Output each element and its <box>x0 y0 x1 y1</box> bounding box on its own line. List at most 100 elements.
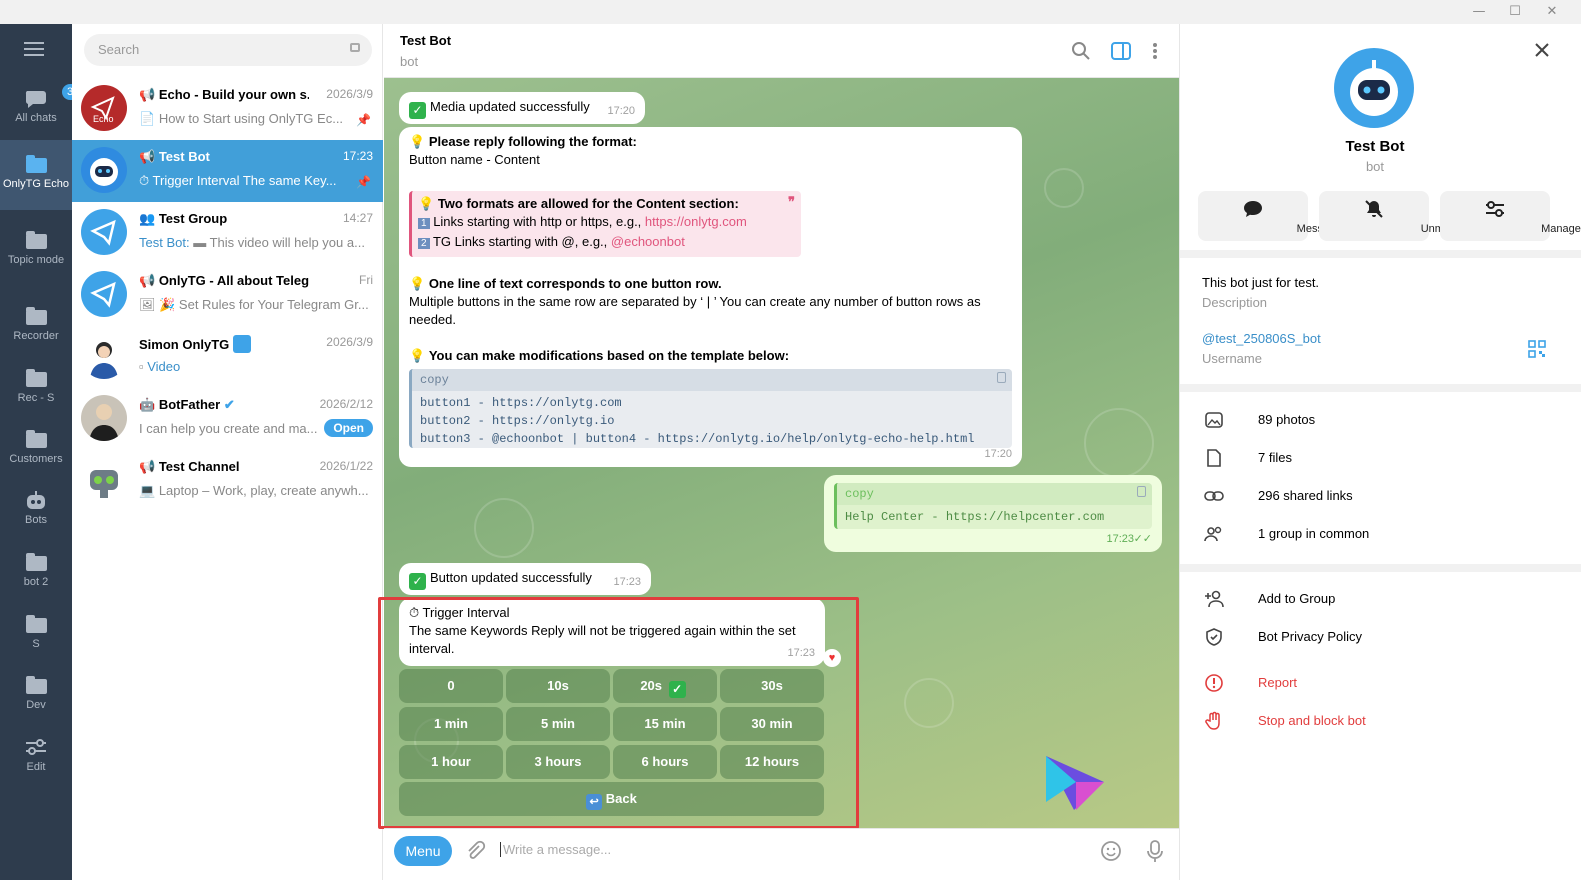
message-input[interactable]: Write a message... <box>500 842 611 857</box>
chat-item-echo[interactable]: Echo 📢 Echo - Build your own s... 2026/3… <box>72 78 383 140</box>
preview-sender: Test Bot: <box>139 235 190 250</box>
bulb-icon: 💡 <box>409 348 426 363</box>
chat-time: 14:27 <box>342 211 373 225</box>
search-input[interactable]: Search <box>84 34 372 66</box>
folder-label: OnlyTG Echo <box>2 178 70 190</box>
avatar: Echo <box>81 85 127 131</box>
section-separator <box>1180 250 1581 258</box>
link-onlytg[interactable]: https://onlytg.com <box>645 214 747 229</box>
microphone-icon[interactable] <box>1144 839 1166 863</box>
chat-item-botfather[interactable]: 🤖 BotFather ✔ 2026/2/12 I can help you c… <box>72 388 383 450</box>
folder-topic-mode[interactable]: Topic mode <box>0 230 72 267</box>
bot-menu-button[interactable]: Menu <box>394 836 452 866</box>
link-echoonbot[interactable]: @echoonbot <box>611 234 685 249</box>
onlytg-logo-icon <box>1044 754 1106 812</box>
message-button-updated[interactable]: ✓ Button updated successfully 17:23 <box>399 563 651 595</box>
folder-all-chats[interactable]: 30 All chats <box>0 84 85 138</box>
hamburger-menu-icon[interactable] <box>24 38 48 58</box>
folder-label: Rec - S <box>17 392 55 404</box>
unmute-action-button[interactable]: Unmute <box>1319 191 1459 241</box>
lock-icon[interactable] <box>350 43 360 52</box>
folder-customers[interactable]: Customers <box>0 429 72 466</box>
profile-panel: Test Bot bot Message Unmute Manage This … <box>1179 24 1581 880</box>
sidebar-toggle-icon[interactable] <box>1110 40 1132 62</box>
chat-item-test-bot[interactable]: 📢 Test Bot 17:23 ⏱ Trigger Interval The … <box>72 140 383 202</box>
message-media-updated[interactable]: ✓ Media updated successfully 17:20 <box>399 92 645 124</box>
report-row[interactable]: Report <box>1180 667 1570 703</box>
copy-icon[interactable] <box>1137 486 1146 497</box>
shared-files-row[interactable]: 7 files <box>1180 442 1570 478</box>
stop-and-block-row[interactable]: Stop and block bot <box>1180 705 1570 741</box>
chat-header[interactable]: Test Bot bot <box>384 24 1179 78</box>
folder-bots[interactable]: Bots <box>0 490 72 527</box>
chat-item-onlytg[interactable]: 📢 OnlyTG - All about Telegram Fri 🖼 🎉 Se… <box>72 264 383 326</box>
folder-dev[interactable]: Dev <box>0 675 72 712</box>
hand-stop-icon <box>1205 711 1220 730</box>
folder-edit[interactable]: Edit <box>0 737 72 774</box>
chat-item-test-group[interactable]: 👥 Test Group 14:27 Test Bot: ▬ This vide… <box>72 202 383 264</box>
attach-icon[interactable] <box>464 840 486 862</box>
qr-code-icon[interactable] <box>1528 340 1546 358</box>
message-text: Media updated successfully <box>430 99 590 114</box>
window-titlebar: — ☐ ✕ <box>0 0 1581 24</box>
folder-icon <box>24 306 48 326</box>
copy-icon[interactable] <box>997 372 1006 383</box>
folder-recorder[interactable]: Recorder <box>0 306 72 343</box>
row-label: Stop and block bot <box>1258 713 1366 728</box>
bot-icon <box>24 490 48 510</box>
folder-rail: 30 All chats OnlyTG Echo Topic mode Reco… <box>0 24 85 880</box>
username-row[interactable]: @test_250806S_bot Username <box>1202 331 1321 366</box>
manage-action-button[interactable]: Manage <box>1440 191 1581 241</box>
chat-time: 17:23 <box>342 149 373 163</box>
more-options-icon[interactable] <box>1144 40 1166 62</box>
chat-name-text: Test Group <box>158 211 228 226</box>
groups-in-common-row[interactable]: 1 group in common <box>1180 518 1570 554</box>
folder-rec-s[interactable]: Rec - S <box>0 368 72 405</box>
message-outgoing-code[interactable]: copy Help Center - https://helpcenter.co… <box>824 475 1162 552</box>
folder-label: S <box>32 638 40 650</box>
code-line: button1 - https://onlytg.com <box>420 396 622 410</box>
folder-bot-2[interactable]: bot 2 <box>0 552 72 589</box>
chat-list: Search Echo 📢 Echo - Build your own s...… <box>72 24 383 880</box>
emoji-icon[interactable] <box>1100 840 1122 862</box>
chats-icon: 30 <box>24 84 85 108</box>
shared-photos-row[interactable]: 89 photos <box>1180 404 1570 440</box>
chat-time: 2026/2/12 <box>319 397 373 411</box>
message-format-instructions[interactable]: 💡 Please reply following the format: But… <box>399 127 1022 467</box>
sliders-icon <box>24 737 48 757</box>
message-time: 17:20 <box>984 448 1012 460</box>
close-panel-icon[interactable] <box>1532 40 1552 60</box>
message-input-bar: Menu Write a message... <box>384 828 1179 880</box>
bot-privacy-policy-row[interactable]: Bot Privacy Policy <box>1180 621 1570 657</box>
chat-item-simon[interactable]: Simon OnlyTG 2026/3/9 ▫ Video <box>72 326 383 388</box>
search-icon[interactable] <box>1070 40 1092 62</box>
quote-text: TG Links starting with @, e.g., <box>432 234 611 249</box>
chat-name: 📢 OnlyTG - All about Telegram <box>139 273 309 289</box>
folder-label: bot 2 <box>23 576 49 588</box>
warning-icon <box>1205 674 1223 692</box>
chat-time: 2026/3/9 <box>326 87 373 101</box>
chat-name: 📢 Test Channel <box>139 459 240 474</box>
code-block[interactable]: copy button1 - https://onlytg.com button… <box>409 369 1012 448</box>
chat-item-test-channel[interactable]: 📢 Test Channel 2026/1/22 💻 Laptop – Work… <box>72 450 383 512</box>
maximize-button[interactable]: ☐ <box>1503 2 1527 22</box>
open-bot-button[interactable]: Open <box>324 419 373 437</box>
code-block[interactable]: copy Help Center - https://helpcenter.co… <box>834 483 1152 529</box>
message-action-button[interactable]: Message <box>1198 191 1341 241</box>
close-window-button[interactable]: ✕ <box>1540 2 1564 22</box>
minimize-button[interactable]: — <box>1467 2 1491 22</box>
username-text[interactable]: @test_250806S_bot <box>1202 331 1321 346</box>
shared-links-row[interactable]: 296 shared links <box>1180 480 1570 516</box>
folder-label: Dev <box>26 699 46 711</box>
message-text: Button updated successfully <box>430 570 592 585</box>
section-separator <box>1180 564 1581 572</box>
code-line: button2 - https://onlytg.io <box>420 414 615 428</box>
verified-icon: ✔ <box>223 397 235 412</box>
chat-name-text: Test Bot <box>158 149 210 164</box>
folder-s[interactable]: S <box>0 614 72 651</box>
telegram-badge-icon <box>232 335 251 353</box>
chat-time: 2026/3/9 <box>326 335 373 349</box>
message-time: 17:23 <box>1106 533 1134 545</box>
folder-onlytg-echo[interactable]: OnlyTG Echo <box>0 140 72 210</box>
add-to-group-row[interactable]: Add to Group <box>1180 583 1570 619</box>
